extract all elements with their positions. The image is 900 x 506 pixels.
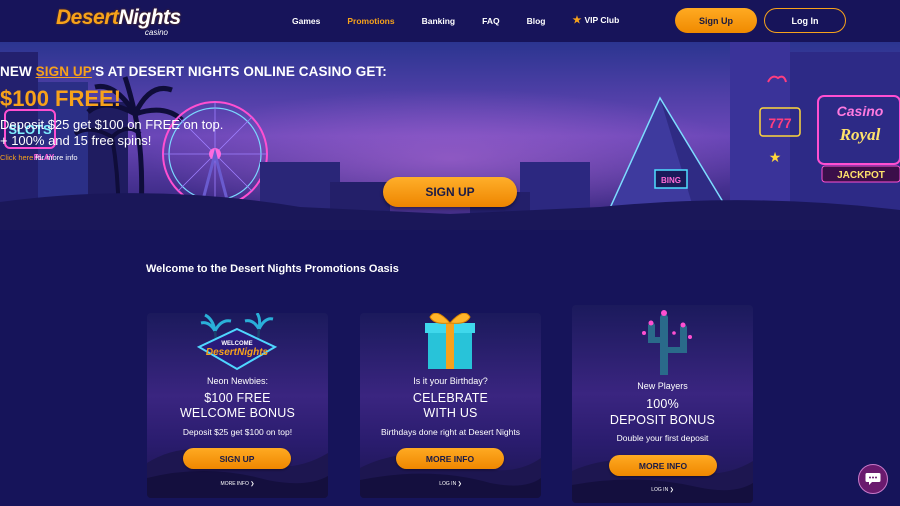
hero-more-info-text: for more info xyxy=(33,153,78,162)
site-logo[interactable]: DesertNights casino xyxy=(56,6,181,38)
star-icon: ★ xyxy=(572,15,582,26)
section-title: Welcome to the Desert Nights Promotions … xyxy=(146,263,399,275)
card-title-line1: 100% xyxy=(646,397,679,411)
nav-vip-label: VIP Club xyxy=(584,15,620,25)
header-login-button[interactable]: Log In xyxy=(764,8,846,33)
hero-banner: SLOTS PLAY BING 777 ★ Casino Royal JACKP… xyxy=(0,42,900,230)
card-eyebrow: Is it your Birthday? xyxy=(413,376,488,386)
hero-click-here-link[interactable]: Click here xyxy=(0,153,33,162)
nav-promotions[interactable]: Promotions xyxy=(347,15,394,27)
hero-signup-button[interactable]: SIGN UP xyxy=(383,177,517,207)
promo-card-birthday: Is it your Birthday? CELEBRATE WITH US B… xyxy=(360,313,541,498)
nav-vip-club[interactable]: ★ VIP Club xyxy=(573,14,620,27)
card-title-line2: DEPOSIT BONUS xyxy=(609,413,716,427)
card-more-info-link[interactable]: MORE INFO ❯ xyxy=(147,481,328,487)
nav-blog[interactable]: Blog xyxy=(527,15,546,27)
nav-banking[interactable]: Banking xyxy=(422,15,456,27)
hero-intro-pre: NEW xyxy=(0,64,36,79)
card-title-line1: CELEBRATE xyxy=(412,391,489,405)
welcome-sign-icon: WELCOME DesertNights xyxy=(196,313,278,371)
card-title-line2: WELCOME BONUS xyxy=(179,406,296,420)
jackpot-sign-text: JACKPOT xyxy=(837,170,885,181)
chat-icon xyxy=(865,473,881,485)
card-description: Deposit $25 get $100 on top! xyxy=(182,427,293,437)
cactus-icon xyxy=(642,310,692,375)
header-signup-button[interactable]: Sign Up xyxy=(675,8,757,33)
hero-offer-line2: + 100% and 15 free spins! xyxy=(0,133,152,148)
card-description: Double your first deposit xyxy=(616,433,709,443)
card-title-line2: WITH US xyxy=(423,406,478,420)
card-signup-button[interactable]: SIGN UP xyxy=(183,448,291,469)
hero-intro: NEW SIGN UP'S AT DESERT NIGHTS ONLINE CA… xyxy=(0,64,900,79)
logo-subtitle: casino xyxy=(144,28,168,37)
card-description: Birthdays done right at Desert Nights xyxy=(381,427,520,437)
hero-headline: $100 FREE! xyxy=(0,86,122,111)
main-nav: Games Promotions Banking FAQ Blog ★ VIP C… xyxy=(292,14,619,27)
logo-wordmark: DesertNights xyxy=(56,6,181,30)
hero-intro-post: 'S AT DESERT NIGHTS ONLINE CASINO GET: xyxy=(91,64,387,79)
card-title-line1: $100 FREE xyxy=(204,391,271,405)
card-login-link[interactable]: LOG IN ❯ xyxy=(572,487,753,493)
chat-button[interactable] xyxy=(858,464,888,494)
nav-games[interactable]: Games xyxy=(292,15,320,27)
card-more-info-button[interactable]: MORE INFO xyxy=(609,455,717,476)
logo-word-nights: Nights xyxy=(118,6,181,29)
promo-card-deposit: New Players 100% DEPOSIT BONUS Double yo… xyxy=(572,305,753,503)
card-eyebrow: Neon Newbies: xyxy=(206,376,269,386)
logo-word-desert: Desert xyxy=(56,6,119,29)
hero-offer-line1: Deposit $25 get $100 on FREE on top. xyxy=(0,117,224,132)
site-header: DesertNights casino Games Promotions Ban… xyxy=(0,0,900,42)
card-login-link[interactable]: LOG IN ❯ xyxy=(360,481,541,487)
welcome-badge-main: DesertNights xyxy=(206,347,269,358)
card-eyebrow: New Players xyxy=(637,381,688,391)
gift-icon xyxy=(425,313,475,369)
hero-more-info: Click here for more info xyxy=(0,153,900,162)
promo-card-welcome: WELCOME DesertNights Neon Newbies: $100 … xyxy=(147,313,328,498)
card-more-info-button[interactable]: MORE INFO xyxy=(396,448,504,469)
hero-signup-link[interactable]: SIGN UP xyxy=(36,64,92,79)
nav-faq[interactable]: FAQ xyxy=(482,15,499,27)
bingo-sign-text: BING xyxy=(661,176,681,185)
